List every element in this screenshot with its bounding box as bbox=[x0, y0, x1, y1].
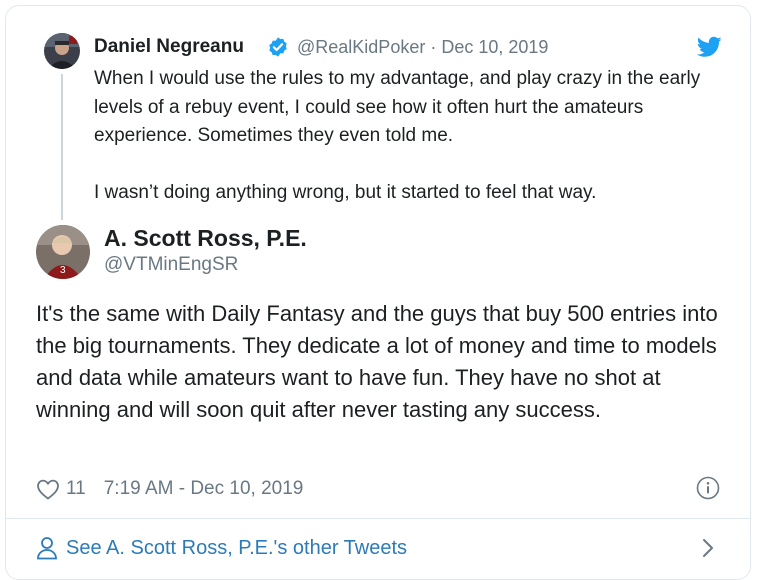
main-author-handle[interactable]: @VTMinEngSR bbox=[104, 254, 238, 276]
tweet-meta-row: 11 7:19 AM - Dec 10, 2019 bbox=[36, 476, 303, 502]
tweet-timestamp[interactable]: 7:19 AM - Dec 10, 2019 bbox=[104, 478, 304, 500]
quoted-paragraph: I wasn’t doing anything wrong, but it st… bbox=[94, 181, 597, 203]
svg-text:3: 3 bbox=[60, 265, 66, 276]
footer-divider bbox=[5, 518, 751, 519]
main-author-avatar[interactable]: 3 bbox=[36, 225, 90, 279]
quoted-author-avatar[interactable] bbox=[44, 33, 80, 69]
person-icon bbox=[37, 537, 57, 560]
quoted-handle-date[interactable]: @RealKidPoker · Dec 10, 2019 bbox=[297, 37, 548, 58]
quoted-author-name[interactable]: Daniel Negreanu bbox=[94, 36, 244, 58]
quoted-tweet-text: When I would use the rules to my advanta… bbox=[94, 65, 724, 207]
thread-connector-line bbox=[61, 74, 63, 220]
verified-badge-icon bbox=[269, 37, 287, 57]
like-count[interactable]: 11 bbox=[66, 478, 86, 500]
main-tweet-text: It's the same with Daily Fantasy and the… bbox=[36, 301, 718, 422]
info-icon[interactable] bbox=[696, 476, 720, 500]
main-author-name[interactable]: A. Scott Ross, P.E. bbox=[104, 225, 307, 252]
twitter-bird-icon[interactable] bbox=[697, 36, 722, 58]
see-other-tweets-label[interactable]: See A. Scott Ross, P.E.'s other Tweets bbox=[66, 537, 407, 560]
quoted-paragraph: When I would use the rules to my advanta… bbox=[94, 68, 701, 146]
heart-icon[interactable] bbox=[36, 478, 60, 500]
see-other-tweets-link[interactable]: See A. Scott Ross, P.E.'s other Tweets bbox=[36, 536, 407, 560]
chevron-right-icon[interactable] bbox=[700, 537, 716, 559]
